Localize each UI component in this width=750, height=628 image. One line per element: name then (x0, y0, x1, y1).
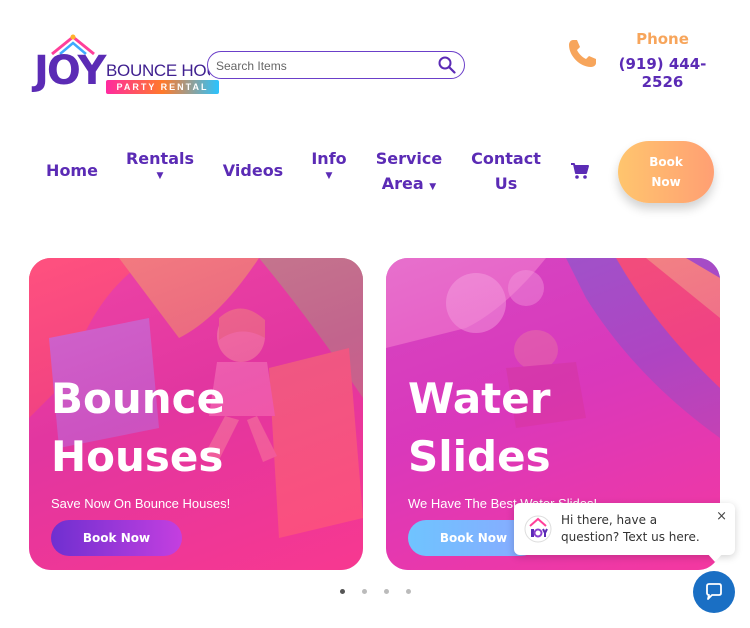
nav-info[interactable]: Info ▼ (305, 146, 353, 181)
carousel-dot[interactable] (384, 589, 389, 594)
card-title: Bounce Houses (51, 370, 225, 486)
nav-contact-label-1: Contact (471, 149, 541, 168)
phone-icon[interactable] (566, 38, 598, 70)
joy-avatar-icon (524, 515, 552, 543)
card-title-line-2: Houses (51, 432, 224, 481)
chat-popup-tail (706, 552, 724, 562)
nav-videos-label: Videos (222, 161, 284, 180)
card-subtitle: Save Now On Bounce Houses! (51, 496, 231, 511)
chevron-down-icon: ▼ (156, 171, 164, 181)
book-now-button[interactable]: Book Now (618, 141, 714, 203)
cart-icon[interactable] (570, 162, 590, 180)
book-now-label-1: Book (649, 155, 683, 169)
logo-brand: JOY (34, 48, 106, 94)
chat-icon (706, 583, 722, 600)
carousel-dot[interactable] (362, 589, 367, 594)
logo[interactable]: JOY BOUNCE HOUSES PARTY RENTAL (34, 34, 219, 96)
search-input[interactable] (214, 54, 438, 78)
nav-videos[interactable]: Videos (218, 158, 288, 183)
chat-launcher-button[interactable] (693, 571, 735, 613)
card-title: Water Slides (408, 370, 551, 486)
book-now-label-2: Now (651, 175, 681, 189)
nav-home[interactable]: Home (44, 158, 100, 183)
carousel-pagination (336, 588, 416, 596)
nav-service-area-label-2: Area (381, 174, 424, 193)
search-bar (207, 51, 465, 79)
nav-contact-us[interactable]: Contact Us (466, 146, 546, 196)
nav-service-area-label-1: Service (375, 149, 443, 168)
chat-message: Hi there, have a question? Text us here. (561, 513, 700, 544)
card-title-line-2: Slides (408, 432, 551, 481)
chevron-down-icon: ▼ (325, 171, 333, 181)
card-title-line-1: Bounce (51, 374, 226, 423)
search-icon[interactable] (438, 56, 456, 74)
bounce-houses-card[interactable]: Bounce Houses Save Now On Bounce Houses!… (29, 258, 363, 570)
close-icon[interactable]: × (716, 509, 727, 524)
chevron-down-icon: ▼ (429, 182, 437, 192)
carousel-dot[interactable] (406, 589, 411, 594)
card-book-now-button[interactable]: Book Now (51, 520, 182, 556)
logo-name: BOUNCE HOUSES (106, 61, 210, 80)
chat-popup[interactable]: Hi there, have a question? Text us here.… (514, 503, 735, 555)
nav-rentals-label: Rentals (125, 149, 194, 168)
carousel-dot[interactable] (340, 589, 345, 594)
phone-label: Phone (636, 30, 689, 48)
nav-service-area[interactable]: Service Area ▼ (371, 146, 447, 196)
card-title-line-1: Water (408, 374, 551, 423)
nav-rentals[interactable]: Rentals ▼ (120, 146, 200, 181)
nav-home-label: Home (46, 161, 98, 180)
nav-info-label: Info (311, 149, 347, 168)
phone-number-link[interactable]: (919) 444-2526 (600, 55, 725, 91)
nav-contact-label-2: Us (494, 174, 518, 193)
logo-tagline: PARTY RENTAL (106, 80, 219, 94)
